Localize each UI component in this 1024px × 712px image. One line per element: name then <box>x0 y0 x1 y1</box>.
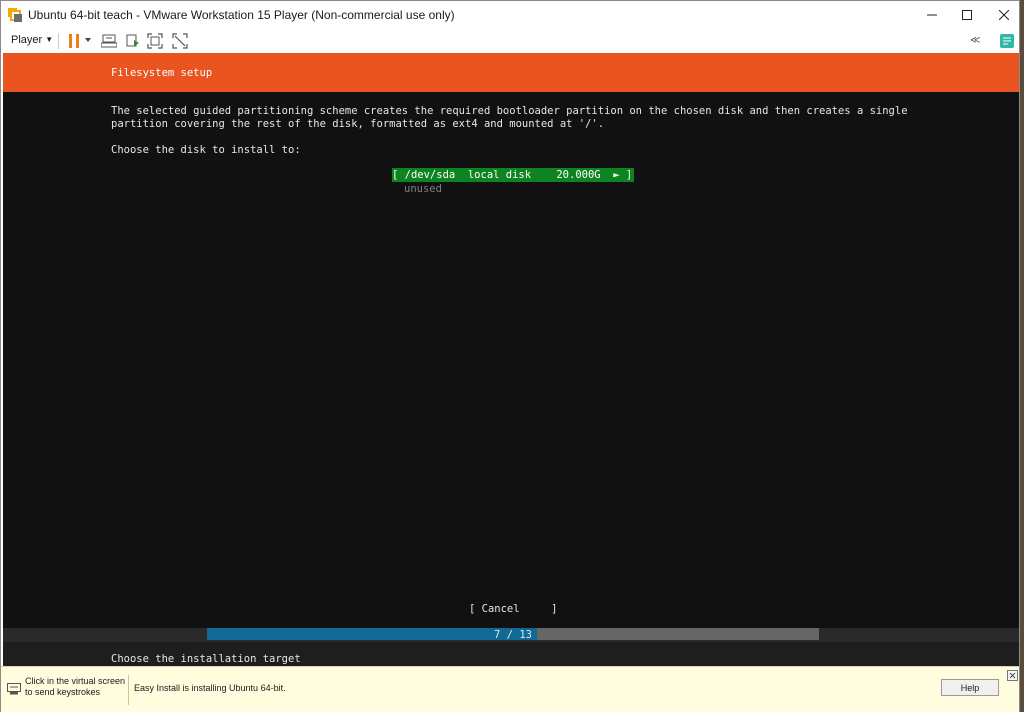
send-ctrl-alt-del-icon <box>101 34 117 48</box>
progress-text: 7 / 13 <box>494 629 532 641</box>
virtual-machine-screen[interactable]: Filesystem setup The selected guided par… <box>3 53 1019 666</box>
partitioning-description: The selected guided partitioning scheme … <box>111 105 908 131</box>
send-ctrl-alt-del-button[interactable] <box>100 32 118 50</box>
hint-line-2: to send keystrokes <box>25 687 101 697</box>
description-line-1: The selected guided partitioning scheme … <box>111 105 908 117</box>
hint-line-1: Click in the virtual screen <box>25 676 126 686</box>
fit-guest-icon <box>147 33 163 49</box>
installer-footer: Choose the installation target <box>111 653 301 665</box>
keyboard-icon <box>7 683 21 695</box>
maximize-icon <box>962 10 972 20</box>
library-icon[interactable] <box>999 33 1015 49</box>
close-button[interactable] <box>981 1 1024 29</box>
unity-icon <box>172 33 188 49</box>
removable-devices-button[interactable] <box>124 32 142 50</box>
installer-header-title: Filesystem setup <box>111 67 213 79</box>
removable-devices-icon <box>126 34 139 47</box>
cancel-button[interactable]: [ Cancel ] <box>469 603 558 615</box>
keystroke-hint: Click in the virtual screen to send keys… <box>25 676 125 698</box>
player-menu[interactable]: Player ▼ <box>11 34 53 46</box>
unity-button[interactable] <box>171 32 189 50</box>
vmware-app-icon <box>8 8 22 22</box>
window-title: Ubuntu 64-bit teach - VMware Workstation… <box>28 8 455 22</box>
collapse-icon[interactable]: ≪ <box>970 35 980 46</box>
disk-status: unused <box>404 183 442 195</box>
title-bar: Ubuntu 64-bit teach - VMware Workstation… <box>1 1 1019 29</box>
toolbar-divider <box>58 33 59 49</box>
toolbar: Player ▼ ≪ <box>1 29 1019 53</box>
status-bar: Click in the virtual screen to send keys… <box>1 666 1019 712</box>
status-message: Easy Install is installing Ubuntu 64-bit… <box>134 683 286 693</box>
description-line-2: partition covering the rest of the disk,… <box>111 118 605 130</box>
desktop-background-edge <box>1020 0 1024 712</box>
close-icon <box>999 10 1009 20</box>
status-divider <box>128 675 129 705</box>
help-button[interactable]: Help <box>941 679 999 696</box>
pause-icon <box>69 34 79 48</box>
minimize-icon <box>927 14 937 16</box>
pause-button[interactable] <box>65 32 83 50</box>
disk-option-sda[interactable]: [ /dev/sda local disk 20.000G ► ] <box>392 168 634 182</box>
vmware-window: Ubuntu 64-bit teach - VMware Workstation… <box>0 0 1020 712</box>
choose-disk-label: Choose the disk to install to: <box>111 144 301 156</box>
fit-guest-button[interactable] <box>146 32 164 50</box>
player-menu-label: Player <box>11 34 43 46</box>
close-status-bar-icon[interactable] <box>1007 670 1018 681</box>
chevron-down-icon: ▼ <box>45 35 54 44</box>
pause-dropdown-icon[interactable] <box>85 38 91 42</box>
